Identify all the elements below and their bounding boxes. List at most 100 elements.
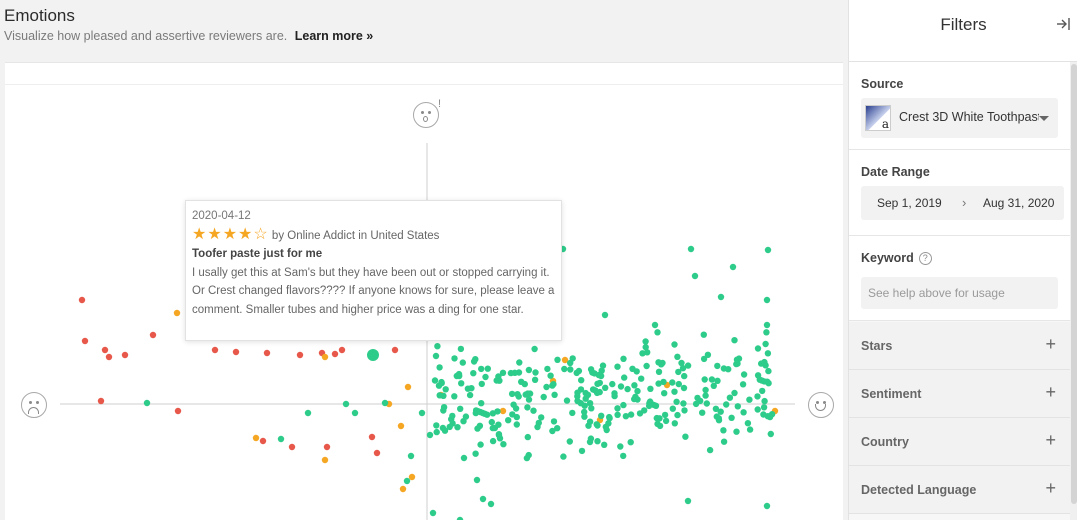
- review-point[interactable]: [493, 377, 500, 384]
- review-point[interactable]: [699, 409, 706, 416]
- review-point[interactable]: [723, 401, 730, 408]
- sidebar-scrollbar[interactable]: [1070, 62, 1077, 520]
- review-point[interactable]: [717, 408, 724, 415]
- review-point[interactable]: [674, 353, 681, 360]
- source-select[interactable]: a Crest 3D White Toothpaste: [861, 98, 1058, 138]
- review-point[interactable]: [662, 417, 670, 425]
- review-point[interactable]: [78, 296, 86, 304]
- review-point[interactable]: [403, 477, 411, 485]
- review-point[interactable]: [543, 383, 550, 391]
- review-point[interactable]: [766, 413, 774, 421]
- review-point[interactable]: [442, 386, 449, 393]
- review-point[interactable]: [671, 388, 678, 395]
- review-point[interactable]: [760, 404, 768, 411]
- review-point[interactable]: [578, 447, 586, 455]
- review-point[interactable]: [97, 397, 105, 405]
- start-date[interactable]: Sep 1, 2019: [877, 196, 942, 210]
- review-point[interactable]: [614, 405, 621, 412]
- review-point[interactable]: [508, 390, 516, 398]
- review-point[interactable]: [641, 407, 648, 414]
- review-point[interactable]: [540, 393, 547, 401]
- review-point[interactable]: [720, 438, 728, 445]
- review-point[interactable]: [391, 346, 399, 354]
- review-point[interactable]: [487, 500, 495, 508]
- review-point[interactable]: [629, 365, 636, 372]
- review-point[interactable]: [288, 443, 296, 451]
- review-point[interactable]: [680, 400, 687, 407]
- review-point[interactable]: [679, 365, 687, 372]
- review-point[interactable]: [729, 263, 737, 271]
- review-point[interactable]: [459, 359, 466, 366]
- review-point[interactable]: [599, 362, 607, 369]
- review-point[interactable]: [499, 407, 507, 415]
- review-point[interactable]: [368, 433, 376, 441]
- review-point[interactable]: [515, 369, 523, 376]
- review-point[interactable]: [560, 453, 567, 460]
- review-point[interactable]: [551, 391, 558, 398]
- review-point[interactable]: [621, 374, 628, 381]
- review-point[interactable]: [653, 414, 660, 422]
- review-point[interactable]: [603, 426, 610, 434]
- review-point[interactable]: [754, 393, 761, 400]
- review-point[interactable]: [634, 396, 641, 403]
- review-point[interactable]: [700, 355, 708, 363]
- review-point[interactable]: [614, 363, 621, 370]
- review-point[interactable]: [761, 397, 768, 405]
- review-point[interactable]: [464, 385, 472, 392]
- review-point[interactable]: [277, 435, 285, 443]
- review-point[interactable]: [476, 422, 484, 429]
- review-point[interactable]: [81, 337, 89, 345]
- keyword-input[interactable]: [861, 277, 1058, 309]
- review-point[interactable]: [759, 387, 766, 395]
- review-point[interactable]: [321, 456, 329, 464]
- review-point[interactable]: [596, 379, 603, 387]
- review-point[interactable]: [620, 401, 627, 409]
- review-point[interactable]: [754, 406, 761, 413]
- review-point[interactable]: [381, 399, 389, 407]
- review-point[interactable]: [477, 441, 484, 448]
- review-point[interactable]: [658, 361, 665, 368]
- review-point[interactable]: [418, 409, 426, 417]
- review-point[interactable]: [596, 388, 603, 396]
- review-point[interactable]: [611, 390, 618, 397]
- review-point[interactable]: [478, 365, 485, 373]
- review-point[interactable]: [174, 407, 182, 415]
- review-point[interactable]: [763, 329, 770, 336]
- review-point[interactable]: [488, 418, 495, 426]
- review-point[interactable]: [609, 380, 616, 388]
- review-point[interactable]: [740, 409, 747, 416]
- review-point[interactable]: [687, 245, 695, 253]
- review-point[interactable]: [652, 402, 660, 409]
- review-point[interactable]: [720, 365, 728, 372]
- review-point[interactable]: [530, 407, 537, 414]
- review-point[interactable]: [143, 399, 151, 407]
- review-point[interactable]: [708, 376, 716, 383]
- review-point[interactable]: [510, 401, 517, 408]
- review-point[interactable]: [304, 409, 312, 417]
- review-point[interactable]: [746, 396, 753, 403]
- review-point[interactable]: [617, 383, 625, 390]
- review-point[interactable]: [702, 386, 709, 394]
- review-point[interactable]: [472, 450, 479, 457]
- review-point[interactable]: [429, 509, 437, 517]
- review-point[interactable]: [321, 353, 329, 361]
- review-point[interactable]: [734, 360, 741, 367]
- review-point[interactable]: [505, 417, 512, 424]
- review-point[interactable]: [547, 372, 554, 379]
- review-point[interactable]: [561, 365, 568, 373]
- review-point[interactable]: [720, 427, 727, 434]
- review-point[interactable]: [706, 446, 714, 454]
- review-point[interactable]: [597, 372, 605, 380]
- review-point[interactable]: [581, 413, 588, 420]
- review-point[interactable]: [647, 385, 654, 392]
- review-point[interactable]: [484, 365, 491, 372]
- review-point[interactable]: [451, 393, 458, 400]
- review-point[interactable]: [702, 392, 709, 399]
- review-point[interactable]: [440, 404, 448, 411]
- review-point[interactable]: [645, 402, 653, 410]
- review-point[interactable]: [655, 368, 663, 375]
- review-point[interactable]: [614, 411, 621, 418]
- review-point[interactable]: [495, 421, 502, 428]
- review-point[interactable]: [525, 451, 532, 459]
- review-point[interactable]: [554, 356, 561, 363]
